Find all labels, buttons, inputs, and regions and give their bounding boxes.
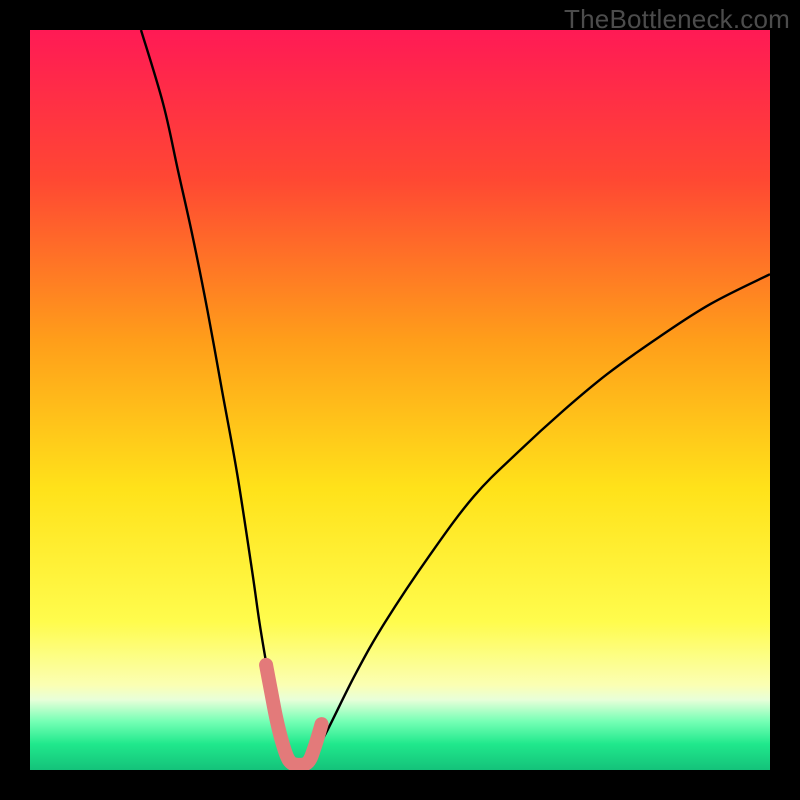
watermark-text: TheBottleneck.com	[564, 4, 790, 35]
gradient-background	[30, 30, 770, 770]
chart-frame: TheBottleneck.com	[0, 0, 800, 800]
plot-svg	[30, 30, 770, 770]
plot-area	[30, 30, 770, 770]
